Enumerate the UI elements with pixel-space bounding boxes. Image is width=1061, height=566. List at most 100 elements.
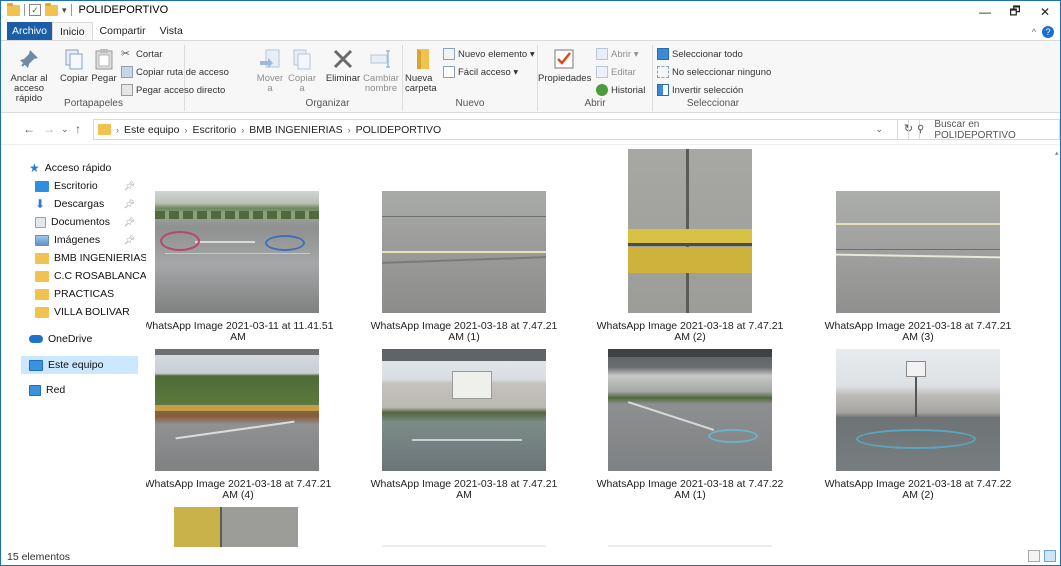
ribbon-tabs: Archivo Inicio Compartir Vista ^ ? (1, 22, 1060, 41)
file-name[interactable]: WhatsApp Image 2021-03-18 at 7.47.21 AM (… (364, 321, 564, 343)
back-arrow-icon[interactable]: ← (23, 122, 35, 136)
tab-archivo[interactable]: Archivo (7, 22, 53, 40)
file-thumbnail[interactable] (155, 349, 319, 471)
new-folder-button[interactable]: Nueva carpeta (405, 47, 443, 94)
edit-button[interactable]: Editar (596, 66, 636, 78)
invert-selection-icon (657, 84, 669, 96)
clipboard-icon (92, 47, 116, 71)
view-switcher (1028, 550, 1056, 562)
nav-item-imagenes[interactable]: Imágenes 📌︎ (35, 231, 151, 249)
folder-icon (35, 288, 49, 300)
nav-item-documentos[interactable]: Documentos 📌︎ (35, 213, 151, 231)
customize-qat-dropdown-icon[interactable]: ▾ (62, 5, 67, 16)
nav-este-equipo[interactable]: Este equipo (21, 356, 138, 374)
minimize-button[interactable]: — (970, 1, 1000, 23)
paste-button[interactable]: Pegar (89, 47, 119, 84)
file-thumbnail[interactable] (836, 191, 1000, 313)
details-view-icon[interactable] (1028, 550, 1040, 562)
nav-item-descargas[interactable]: ⬇ Descargas 📌︎ (35, 195, 151, 213)
open-button[interactable]: Abrir ▾ (596, 48, 638, 60)
nav-item-escritorio[interactable]: Escritorio 📌︎ (35, 177, 151, 195)
file-thumbnail[interactable] (174, 507, 298, 547)
invert-selection-button[interactable]: Invertir selección (657, 84, 743, 96)
vertical-scrollbar[interactable]: ▴ (1054, 145, 1060, 547)
cut-button[interactable]: ✂ Cortar (121, 48, 162, 60)
up-arrow-icon[interactable]: ↑ (75, 122, 81, 136)
crumb-escritorio[interactable]: Escritorio (192, 124, 236, 136)
file-thumbnail[interactable] (628, 149, 752, 313)
tab-compartir[interactable]: Compartir (93, 22, 153, 40)
forward-arrow-icon[interactable]: → (43, 122, 55, 136)
recent-locations-chevron-icon[interactable]: ⌄ (61, 124, 69, 135)
file-thumbnail[interactable] (836, 349, 1000, 471)
copy-to-button[interactable]: Copiar a (287, 47, 317, 94)
history-button[interactable]: Historial (596, 84, 645, 96)
crumb-polideportivo[interactable]: POLIDEPORTIVO (356, 124, 442, 136)
easy-access-button[interactable]: Fácil acceso ▾ (443, 66, 518, 78)
file-name[interactable]: WhatsApp Image 2021-03-18 at 7.47.21 AM (… (146, 479, 338, 501)
paste-shortcut-button[interactable]: Pegar acceso directo (121, 84, 225, 96)
file-thumbnail[interactable] (382, 349, 546, 471)
breadcrumb[interactable]: › Este equipo › Escritorio › BMB INGENIE… (93, 119, 898, 140)
new-item-icon (443, 48, 455, 60)
file-name[interactable]: WhatsApp Image 2021-03-11 at 11.41.51 AM (146, 321, 338, 343)
file-name[interactable]: WhatsApp Image 2021-03-18 at 7.47.22 AM (… (590, 479, 790, 501)
file-name[interactable]: WhatsApp Image 2021-03-18 at 7.47.21 AM (364, 479, 564, 501)
properties-check-icon[interactable]: ✓ (29, 4, 41, 16)
tab-vista[interactable]: Vista (153, 22, 190, 40)
nav-item-bmb-ingenierias[interactable]: BMB INGENIERIAS (35, 249, 151, 267)
delete-button[interactable]: Eliminar (325, 47, 361, 84)
download-arrow-icon: ⬇ (35, 196, 46, 211)
help-icon[interactable]: ? (1042, 26, 1054, 38)
copy-path-button[interactable]: Copiar ruta de acceso (121, 66, 229, 78)
close-button[interactable]: ✕ (1030, 1, 1060, 23)
file-name-line: AM (456, 489, 472, 501)
crumb-este-equipo[interactable]: Este equipo (124, 124, 179, 136)
copy-button[interactable]: Copiar (59, 47, 89, 84)
nav-onedrive[interactable]: OneDrive (29, 330, 145, 348)
quick-access-toolbar: ✓ ▾ POLIDEPORTIVO (7, 2, 168, 16)
properties-label: Propiedades (538, 73, 592, 84)
file-name[interactable]: WhatsApp Image 2021-03-18 at 7.47.21 AM (… (590, 321, 790, 343)
nav-item-practicas[interactable]: PRACTICAS (35, 285, 151, 303)
nav-red[interactable]: Red (29, 381, 145, 399)
pin-quick-access-button[interactable]: Anclar al acceso rápido (3, 47, 55, 104)
file-thumbnail[interactable] (155, 191, 319, 313)
address-dropdown-chevron-icon[interactable]: ⌄ (875, 120, 883, 139)
search-input[interactable]: ⚲ Buscar en POLIDEPORTIVO (908, 119, 1060, 141)
rename-button[interactable]: Cambiar nombre (361, 47, 401, 94)
file-thumbnail[interactable] (382, 191, 546, 313)
nav-item-villa-bolivar[interactable]: VILLA BOLIVAR (35, 303, 151, 321)
nav-quick-access[interactable]: ★ Acceso rápido (29, 159, 145, 177)
select-none-icon (657, 66, 669, 78)
collapse-ribbon-chevron-icon[interactable]: ^ (1032, 27, 1036, 37)
nav-item-cc-rosablanca[interactable]: C.C ROSABLANCA (35, 267, 151, 285)
easy-access-icon (443, 66, 455, 78)
new-folder-qat-icon[interactable] (45, 2, 58, 16)
nav-label: Acceso rápido (44, 162, 112, 174)
nav-label: VILLA BOLIVAR (54, 306, 130, 318)
select-none-button[interactable]: No seleccionar ninguno (657, 66, 771, 78)
maximize-button[interactable]: 🗗 (1000, 1, 1030, 23)
copy-to-label: Copiar a (288, 73, 316, 94)
select-all-button[interactable]: Seleccionar todo (657, 48, 743, 60)
move-to-button[interactable]: Mover a (255, 47, 285, 94)
large-icons-view-icon[interactable] (1044, 550, 1056, 562)
chevron-right-icon[interactable]: › (348, 125, 351, 135)
chevron-right-icon[interactable]: › (116, 125, 119, 135)
properties-button[interactable]: Propiedades (538, 47, 592, 84)
new-item-button[interactable]: Nuevo elemento ▾ (443, 48, 535, 60)
chevron-right-icon[interactable]: › (241, 125, 244, 135)
file-name[interactable]: WhatsApp Image 2021-03-18 at 7.47.21 AM (… (818, 321, 1018, 343)
file-name-line: AM (1) (448, 331, 480, 343)
move-to-label: Mover a (256, 73, 284, 94)
tab-inicio[interactable]: Inicio (52, 22, 93, 40)
paste-shortcut-icon (121, 84, 133, 96)
edit-label: Editar (611, 66, 636, 78)
file-name-line: AM (4) (222, 489, 254, 501)
crumb-bmb-ingenierias[interactable]: BMB INGENIERIAS (249, 124, 342, 136)
chevron-right-icon[interactable]: › (184, 125, 187, 135)
file-thumbnail[interactable] (608, 349, 772, 471)
scroll-up-arrow-icon[interactable]: ▴ (1055, 149, 1059, 157)
file-name[interactable]: WhatsApp Image 2021-03-18 at 7.47.22 AM (… (818, 479, 1018, 501)
